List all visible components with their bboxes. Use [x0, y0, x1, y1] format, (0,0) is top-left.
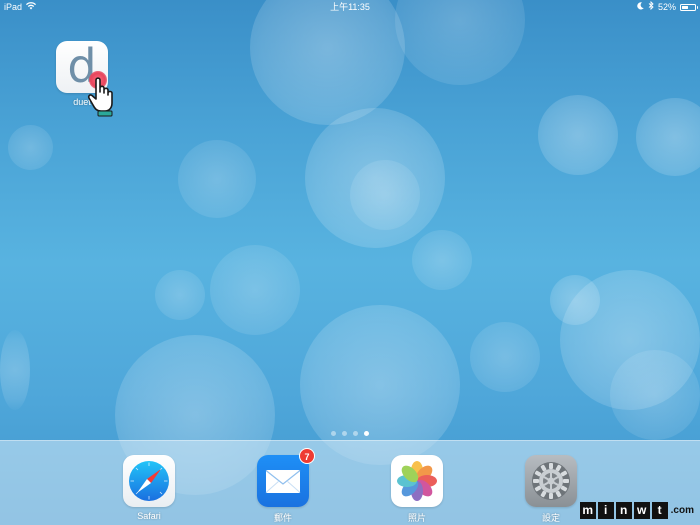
dock-app-safari[interactable]: Safari [123, 455, 175, 521]
status-time: 上午11:35 [330, 2, 370, 12]
site-watermark: m i n w t .com [579, 502, 694, 519]
settings-gear-icon[interactable] [525, 455, 577, 507]
wallpaper-bokeh [155, 270, 205, 320]
app-label-settings: 設定 [541, 513, 560, 523]
page-indicator[interactable] [0, 431, 700, 436]
watermark-letter: w [633, 502, 650, 519]
app-label-safari: Safari [137, 511, 161, 521]
battery-level [682, 5, 689, 9]
wallpaper-bokeh [412, 230, 472, 290]
status-bar: iPad 上午11:35 52% [0, 0, 700, 14]
pointing-hand-icon [86, 74, 122, 118]
safari-compass-icon[interactable] [123, 455, 175, 507]
page-dot[interactable] [353, 431, 358, 436]
mail-unread-badge: 7 [299, 448, 315, 464]
wallpaper-bokeh [470, 322, 540, 392]
page-dot[interactable] [364, 431, 369, 436]
wallpaper-bokeh [538, 95, 618, 175]
moon-icon [637, 0, 644, 14]
battery-percent: 52% [657, 2, 676, 12]
page-dot[interactable] [342, 431, 347, 436]
watermark-letter: i [597, 502, 614, 519]
wallpaper-bokeh [210, 245, 300, 335]
wallpaper-bokeh [350, 160, 420, 230]
wallpaper-bokeh [610, 350, 700, 440]
watermark-letter: m [579, 502, 596, 519]
wallpaper-bokeh [305, 108, 445, 248]
dock-app-photos[interactable]: 照片 [391, 455, 443, 524]
ipad-home-screen: iPad 上午11:35 52% d duet Safari 7 郵件 照片 設… [0, 0, 700, 525]
wallpaper-bokeh [250, 0, 405, 125]
watermark-letter: t [651, 502, 668, 519]
app-label-photos: 照片 [407, 513, 426, 523]
app-label-mail: 郵件 [273, 513, 292, 523]
watermark-letter: n [615, 502, 632, 519]
dock-app-settings[interactable]: 設定 [525, 455, 577, 524]
photos-flower-icon[interactable] [391, 455, 443, 507]
watermark-suffix: .com [670, 505, 694, 516]
wallpaper-bokeh [8, 125, 53, 170]
battery-icon [680, 3, 698, 11]
dock-app-mail[interactable]: 7 郵件 [257, 448, 315, 524]
bluetooth-icon [648, 0, 654, 14]
page-dot[interactable] [331, 431, 336, 436]
mail-envelope-icon[interactable]: 7 [257, 448, 315, 507]
wallpaper-bokeh [0, 330, 30, 410]
wallpaper-bokeh [636, 98, 700, 176]
wallpaper-bokeh [550, 275, 600, 325]
wallpaper-bokeh [178, 140, 256, 218]
wallpaper-bokeh [560, 270, 700, 410]
status-right-group: 52% [637, 0, 698, 14]
